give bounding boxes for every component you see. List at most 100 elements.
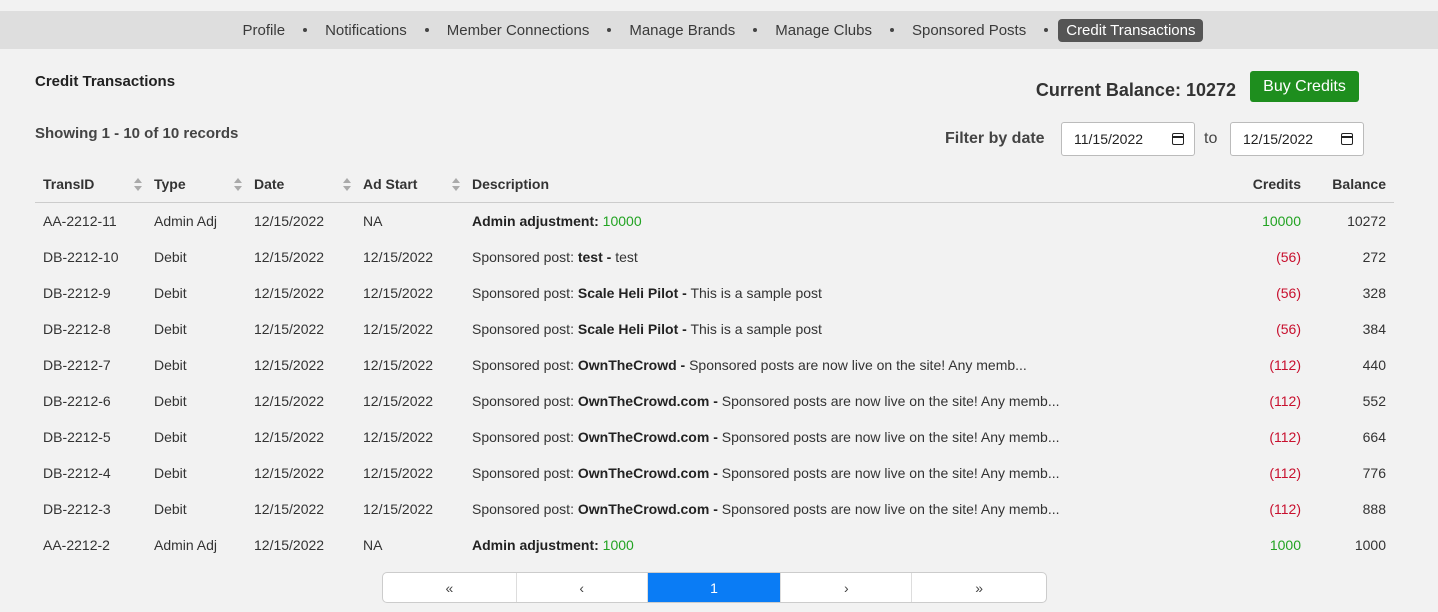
table-row[interactable]: DB-2212-8 Debit 12/15/2022 12/15/2022 Sponso…: [35, 311, 1394, 347]
cell-balance: 888: [1362, 501, 1386, 517]
description-title: test -: [577, 249, 612, 265]
table-row[interactable]: AA-2212-2 Admin Adj 12/15/2022 NA Admin adju…: [35, 527, 1394, 563]
table-header-row: TransID Type Date Ad Start Description C…: [35, 167, 1394, 203]
page-1-button[interactable]: 1: [647, 573, 782, 602]
table-row[interactable]: DB-2212-3 Debit 12/15/2022 12/15/2022 Sponso…: [35, 491, 1394, 527]
description-amount: 1000: [602, 537, 634, 553]
sort-icon[interactable]: [452, 178, 460, 192]
cell-transid: DB-2212-3: [43, 501, 111, 517]
description-prefix: Sponsored post:: [472, 393, 574, 409]
cell-date: 12/15/2022: [254, 357, 325, 373]
table-row[interactable]: DB-2212-5 Debit 12/15/2022 12/15/2022 Sponso…: [35, 419, 1394, 455]
table-row[interactable]: DB-2212-6 Debit 12/15/2022 12/15/2022 Sponso…: [35, 383, 1394, 419]
to-date-input[interactable]: 12/15/2022: [1230, 122, 1364, 156]
header-ad-start[interactable]: Ad Start: [363, 167, 463, 203]
cell-credits: (112): [1269, 393, 1301, 409]
pagination: « ‹ 1 › »: [382, 572, 1047, 603]
cell-balance: 776: [1362, 465, 1386, 481]
header-date[interactable]: Date: [254, 167, 354, 203]
table-row[interactable]: DB-2212-10 Debit 12/15/2022 12/15/2022 Spons…: [35, 239, 1394, 275]
header-type[interactable]: Type: [154, 167, 244, 203]
cell-description: Sponsored post: Scale Heli Pilot - This …: [472, 311, 1102, 347]
cell-date: 12/15/2022: [254, 321, 325, 337]
nav-item-member-connections[interactable]: Member Connections: [439, 19, 598, 42]
description-text: Sponsored posts are now live on the site…: [721, 393, 1060, 409]
from-date-input[interactable]: 11/15/2022: [1061, 122, 1195, 156]
cell-balance: 272: [1362, 249, 1386, 265]
sort-icon[interactable]: [134, 178, 142, 192]
next-page-button[interactable]: ›: [781, 573, 913, 602]
sort-icon[interactable]: [234, 178, 242, 192]
buy-credits-button[interactable]: Buy Credits: [1250, 71, 1359, 102]
nav-separator-dot: [607, 28, 612, 32]
description-text: This is a sample post: [690, 285, 822, 301]
cell-ad-start: NA: [363, 213, 383, 229]
calendar-icon[interactable]: [1341, 133, 1353, 145]
description-text: Sponsored posts are now live on the site…: [721, 465, 1060, 481]
cell-type: Debit: [154, 321, 187, 337]
description-title: OwnTheCrowd.com -: [577, 501, 718, 517]
cell-balance: 328: [1362, 285, 1386, 301]
cell-type: Debit: [154, 285, 187, 301]
sort-icon[interactable]: [343, 178, 351, 192]
prev-page-button[interactable]: ‹: [517, 573, 648, 602]
cell-transid: DB-2212-9: [43, 285, 111, 301]
top-strip: [0, 0, 1438, 11]
cell-credits: (112): [1269, 429, 1301, 445]
cell-type: Admin Adj: [154, 537, 218, 553]
nav-separator-dot: [303, 28, 308, 32]
cell-ad-start: 12/15/2022: [363, 393, 434, 409]
description-amount: 10000: [602, 213, 642, 229]
cell-ad-start: NA: [363, 537, 383, 553]
cell-ad-start: 12/15/2022: [363, 321, 434, 337]
table-row[interactable]: DB-2212-4 Debit 12/15/2022 12/15/2022 Sponso…: [35, 455, 1394, 491]
description-title: OwnTheCrowd -: [577, 357, 686, 373]
description-text: This is a sample post: [690, 321, 822, 337]
cell-type: Debit: [154, 501, 187, 517]
cell-type: Debit: [154, 465, 187, 481]
nav-item-profile[interactable]: Profile: [235, 19, 294, 42]
nav-item-credit-transactions[interactable]: Credit Transactions: [1058, 18, 1204, 42]
cell-ad-start: 12/15/2022: [363, 285, 434, 301]
table-body: AA-2212-11 Admin Adj 12/15/2022 NA Admin adj…: [35, 203, 1394, 563]
record-count: Showing 1 - 10 of 10 records: [35, 125, 239, 142]
cell-balance: 664: [1362, 429, 1386, 445]
cell-description: Sponsored post: Scale Heli Pilot - This …: [472, 275, 1102, 311]
cell-balance: 440: [1362, 357, 1386, 373]
cell-type: Debit: [154, 249, 187, 265]
transactions-table: TransID Type Date Ad Start Description C…: [35, 167, 1394, 563]
table-row[interactable]: AA-2212-11 Admin Adj 12/15/2022 NA Admin adj…: [35, 203, 1394, 239]
calendar-icon[interactable]: [1172, 133, 1184, 145]
cell-ad-start: 12/15/2022: [363, 501, 434, 517]
cell-transid: AA-2212-2: [43, 537, 110, 553]
nav-item-manage-clubs[interactable]: Manage Clubs: [767, 19, 880, 42]
nav-separator-dot: [889, 28, 894, 32]
cell-transid: DB-2212-4: [43, 465, 111, 481]
description-prefix: Sponsored post:: [472, 465, 574, 481]
nav-item-sponsored-posts[interactable]: Sponsored Posts: [904, 19, 1034, 42]
table-row[interactable]: DB-2212-9 Debit 12/15/2022 12/15/2022 Sponso…: [35, 275, 1394, 311]
cell-type: Debit: [154, 429, 187, 445]
last-page-button[interactable]: »: [912, 573, 1046, 602]
first-page-button[interactable]: «: [383, 573, 517, 602]
to-date-value: 12/15/2022: [1243, 131, 1314, 147]
cell-transid: DB-2212-8: [43, 321, 111, 337]
to-label: to: [1204, 130, 1218, 147]
cell-transid: DB-2212-5: [43, 429, 111, 445]
cell-description: Sponsored post: OwnTheCrowd.com - Sponso…: [472, 455, 1102, 491]
cell-ad-start: 12/15/2022: [363, 357, 434, 373]
nav-item-manage-brands[interactable]: Manage Brands: [621, 19, 743, 42]
cell-credits: (56): [1276, 249, 1301, 265]
cell-balance: 384: [1362, 321, 1386, 337]
description-title: OwnTheCrowd.com -: [577, 429, 718, 445]
header-transid[interactable]: TransID: [43, 167, 143, 203]
nav-item-notifications[interactable]: Notifications: [317, 19, 415, 42]
table-row[interactable]: DB-2212-7 Debit 12/15/2022 12/15/2022 Sponso…: [35, 347, 1394, 383]
cell-description: Admin adjustment: 10000: [472, 203, 1102, 239]
cell-credits: 10000: [1262, 213, 1301, 229]
header-credits: Credits: [1252, 176, 1301, 192]
description-text: Sponsored posts are now live on the site…: [721, 501, 1060, 517]
cell-description: Sponsored post: OwnTheCrowd.com - Sponso…: [472, 419, 1102, 455]
cell-ad-start: 12/15/2022: [363, 249, 434, 265]
cell-type: Admin Adj: [154, 213, 218, 229]
